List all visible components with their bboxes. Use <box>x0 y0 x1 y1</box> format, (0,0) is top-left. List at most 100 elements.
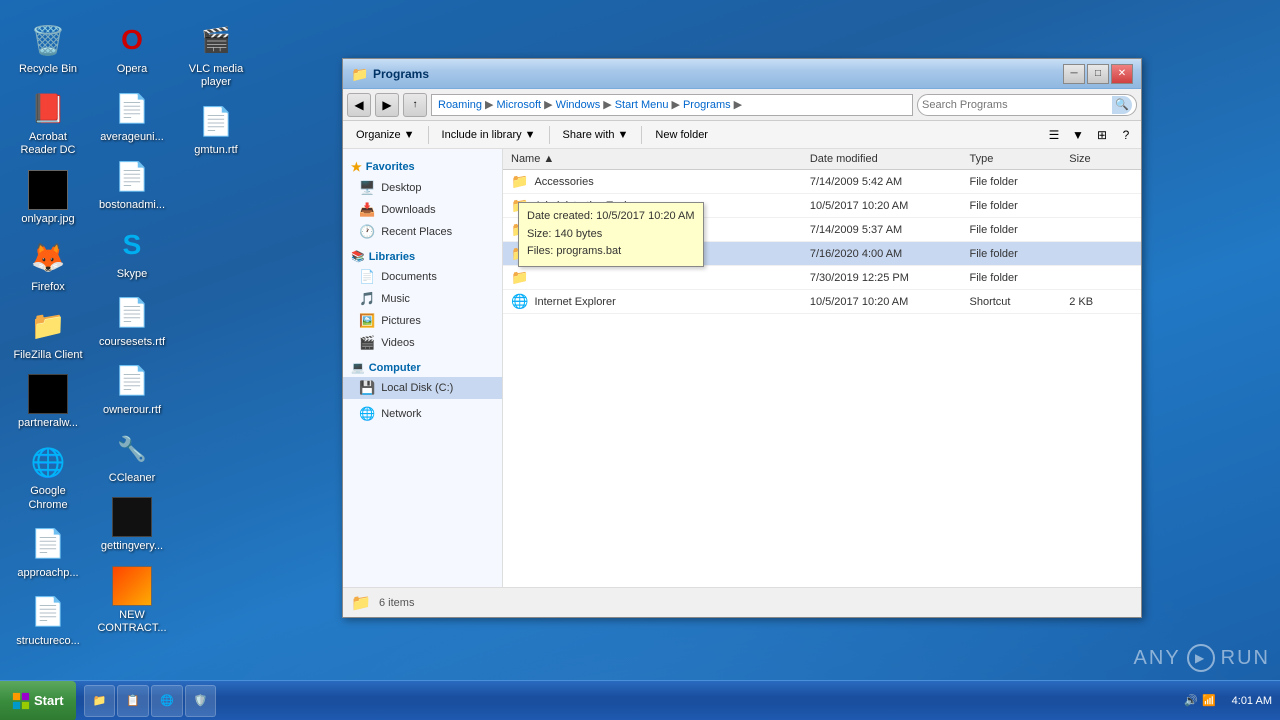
tray-volume-icon[interactable]: 🔊 <box>1184 694 1198 707</box>
taskbar-item-2[interactable]: 📋 <box>117 685 149 717</box>
breadcrumb-microsoft[interactable]: Microsoft <box>495 99 544 111</box>
computer-label: Computer <box>369 362 421 374</box>
desktop-icon-averageuni[interactable]: 📄 averageuni... <box>92 84 172 148</box>
close-button[interactable]: ✕ <box>1111 64 1133 84</box>
status-item-count: 6 items <box>379 597 414 609</box>
libraries-icon: 📚 <box>351 250 365 263</box>
nav-item-recent[interactable]: 🕐 Recent Places <box>343 221 502 243</box>
desktop-icon-filezilla[interactable]: 📁 FileZilla Client <box>8 302 88 366</box>
file-icon-accessories: 📁 <box>511 173 528 190</box>
col-header-name[interactable]: Name ▲ <box>503 149 802 170</box>
desktop-icon-bostonadmi[interactable]: 📄 bostonadmi... <box>92 152 172 216</box>
libraries-header[interactable]: 📚 Libraries <box>343 247 502 266</box>
breadcrumb-programs[interactable]: Programs <box>681 99 733 111</box>
nav-item-downloads[interactable]: 📥 Downloads <box>343 199 502 221</box>
restore-button[interactable]: □ <box>1087 64 1109 84</box>
minimize-button[interactable]: ─ <box>1063 64 1085 84</box>
desktop-icon-chrome[interactable]: 🌐 Google Chrome <box>8 438 88 515</box>
file-type-folder5: File folder <box>962 266 1062 290</box>
file-type-admintools: File folder <box>962 194 1062 218</box>
view-dropdown-button[interactable]: ▼ <box>1067 124 1089 146</box>
col-header-type[interactable]: Type <box>962 149 1062 170</box>
structureco-icon: 📄 <box>28 592 68 632</box>
breadcrumb-windows[interactable]: Windows <box>554 99 603 111</box>
file-date-folder5: 7/30/2019 12:25 PM <box>802 266 962 290</box>
desktop-icon-coursesets[interactable]: 📄 coursesets.rtf <box>92 289 172 353</box>
nav-item-desktop[interactable]: 🖥️ Desktop <box>343 177 502 199</box>
breadcrumb-roaming[interactable]: Roaming <box>436 99 484 111</box>
taskbar-clock[interactable]: 4:01 AM <box>1224 695 1280 707</box>
search-input[interactable] <box>922 99 1112 111</box>
computer-header[interactable]: 💻 Computer <box>343 358 502 377</box>
nav-item-documents[interactable]: 📄 Documents <box>343 266 502 288</box>
taskbar-items: 📁 📋 🌐 🛡️ <box>80 681 1177 720</box>
nav-item-music[interactable]: 🎵 Music <box>343 288 502 310</box>
nav-recent-label: Recent Places <box>381 226 452 238</box>
desktop-icon-newcontract[interactable]: NEW CONTRACT... <box>92 562 172 639</box>
taskbar-item-4[interactable]: 🛡️ <box>185 685 217 717</box>
help-button[interactable]: ? <box>1115 124 1137 146</box>
chrome-label: Google Chrome <box>12 485 84 511</box>
desktop-icon-recycle-bin[interactable]: 🗑️ Recycle Bin <box>8 16 88 80</box>
col-header-size[interactable]: Size <box>1061 149 1141 170</box>
view-list-button[interactable]: ☰ <box>1043 124 1065 146</box>
up-button[interactable]: ↑ <box>403 93 427 117</box>
tooltip-popup: Date created: 10/5/2017 10:20 AM Size: 1… <box>518 202 704 267</box>
breadcrumb-bar[interactable]: Roaming ▶ Microsoft ▶ Windows ▶ Start Me… <box>431 94 913 116</box>
toolbar-separator-3 <box>641 126 642 144</box>
desktop-icon-approachp[interactable]: 📄 approachp... <box>8 520 88 584</box>
include-library-button[interactable]: Include in library ▼ <box>433 124 545 146</box>
desktop-icon-partneralw[interactable]: partneralw... <box>8 370 88 434</box>
taskbar-explorer-button[interactable]: 📁 <box>84 685 116 717</box>
tray-network-icon[interactable]: 📶 <box>1202 694 1216 707</box>
partneralw-icon <box>28 374 68 414</box>
desktop-icon-firefox[interactable]: 🦊 Firefox <box>8 234 88 298</box>
table-row[interactable]: 📁 Accessories 7/14/2009 5:42 AM File fol… <box>503 170 1141 194</box>
desktop-icon-opera[interactable]: O Opera <box>92 16 172 80</box>
nav-item-videos[interactable]: 🎬 Videos <box>343 332 502 354</box>
nav-network-label: Network <box>381 408 421 420</box>
search-box[interactable]: 🔍 <box>917 94 1137 116</box>
toolbar-separator-2 <box>549 126 550 144</box>
nav-item-local-disk[interactable]: 💾 Local Disk (C:) <box>343 377 502 399</box>
desktop-icon-structureco[interactable]: 📄 structureco... <box>8 588 88 652</box>
acrobat-icon: 📕 <box>28 88 68 128</box>
desktop: 🗑️ Recycle Bin 📕 Acrobat Reader DC onlya… <box>0 0 1280 720</box>
onlyapr-label: onlyapr.jpg <box>21 213 74 226</box>
desktop-icon-acrobat[interactable]: 📕 Acrobat Reader DC <box>8 84 88 161</box>
watermark-play-icon: ▶ <box>1187 644 1215 672</box>
taskbar-tray: 🔊 📶 <box>1176 694 1223 707</box>
breadcrumb-startmenu[interactable]: Start Menu <box>613 99 671 111</box>
back-button[interactable]: ◀ <box>347 93 371 117</box>
desktop-icon-skype[interactable]: S Skype <box>92 221 172 285</box>
table-row[interactable]: 📁 7/30/2019 12:25 PM File folder <box>503 266 1141 290</box>
window-titlebar[interactable]: 📁 Programs ─ □ ✕ <box>343 59 1141 89</box>
view-tiles-button[interactable]: ⊞ <box>1091 124 1113 146</box>
desktop-icon-gettingvery[interactable]: gettingvery... <box>92 493 172 557</box>
forward-button[interactable]: ▶ <box>375 93 399 117</box>
organize-button[interactable]: Organize ▼ <box>347 124 424 146</box>
window-controls: ─ □ ✕ <box>1063 64 1133 84</box>
favorites-header[interactable]: ★ Favorites <box>343 157 502 177</box>
col-header-date[interactable]: Date modified <box>802 149 962 170</box>
taskbar-item-3[interactable]: 🌐 <box>151 685 183 717</box>
approachp-label: approachp... <box>17 567 78 580</box>
start-label: Start <box>34 693 64 708</box>
organize-label: Organize <box>356 129 401 141</box>
nav-documents-label: Documents <box>381 271 437 283</box>
desktop-icon-ccleaner[interactable]: 🔧 CCleaner <box>92 425 172 489</box>
table-row[interactable]: 🌐 Internet Explorer 10/5/2017 10:20 AM S… <box>503 290 1141 314</box>
new-folder-button[interactable]: New folder <box>646 124 717 146</box>
desktop-icon-onlyapr[interactable]: onlyapr.jpg <box>8 166 88 230</box>
gmtun-label: gmtun.rtf <box>194 144 237 157</box>
nav-item-pictures[interactable]: 🖼️ Pictures <box>343 310 502 332</box>
documents-nav-icon: 📄 <box>359 269 375 285</box>
share-with-button[interactable]: Share with ▼ <box>554 124 638 146</box>
search-button[interactable]: 🔍 <box>1112 96 1132 114</box>
desktop-icon-gmtun[interactable]: 📄 gmtun.rtf <box>176 97 256 161</box>
nav-item-network[interactable]: 🌐 Network <box>343 403 502 425</box>
toolbar-separator-1 <box>428 126 429 144</box>
desktop-icon-vlc[interactable]: 🎬 VLC media player <box>176 16 256 93</box>
desktop-icon-ownerour[interactable]: 📄 ownerour.rtf <box>92 357 172 421</box>
start-button[interactable]: Start <box>0 681 76 720</box>
